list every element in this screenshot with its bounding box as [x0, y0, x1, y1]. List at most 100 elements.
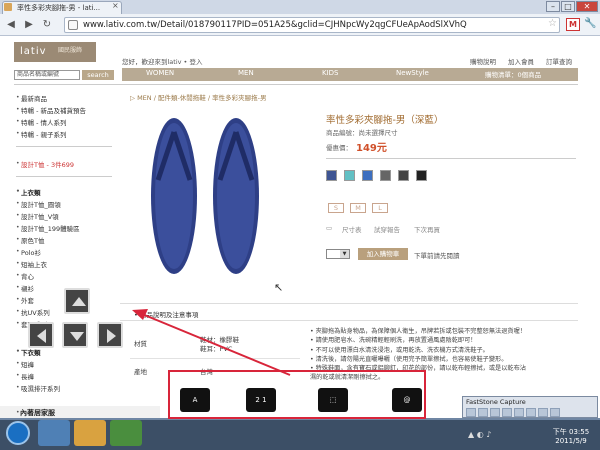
spec-divider: [130, 358, 300, 359]
sidebar-item-shirt[interactable]: 襯衫: [21, 283, 34, 293]
add-to-cart-button[interactable]: 加入購物車: [358, 248, 408, 260]
start-button[interactable]: [6, 421, 30, 445]
sidebar-item-tee-v[interactable]: 設計T恤_V領: [21, 211, 59, 221]
sidebar-item-tee-199[interactable]: 設計T恤_199體驗區: [21, 223, 80, 233]
bullet: •: [16, 236, 20, 243]
care-note: • 不可以使用漂白水清洗浸泡，或用乾洗、洗衣機方式清洗鞋子。: [310, 346, 489, 354]
pad-left-button[interactable]: [28, 322, 54, 348]
logo-subtitle: 國民服飾: [58, 47, 83, 54]
pad-right-button[interactable]: [97, 322, 123, 348]
capture-tool-button[interactable]: [514, 408, 524, 417]
spec-value: 鞋材：橡膠鞋 鞋耳：PVC: [200, 336, 239, 353]
window-capture-icon[interactable]: 2 1: [246, 388, 276, 412]
clock-time: 下午 03:55: [552, 428, 590, 436]
sidebar-section-bottoms: 下衣類: [21, 349, 41, 357]
capture-tool-button[interactable]: [502, 408, 512, 417]
gmail-icon[interactable]: M: [566, 18, 580, 31]
pad-down-button[interactable]: [62, 322, 88, 348]
close-button[interactable]: ✕: [576, 1, 598, 12]
size-chart-link[interactable]: 尺寸表: [342, 224, 362, 234]
color-swatch[interactable]: [362, 170, 373, 181]
sidebar-item-polo[interactable]: Polo衫: [21, 247, 41, 257]
top-link-join[interactable]: 加入會員: [508, 56, 534, 66]
capture-tool-button[interactable]: [466, 408, 476, 417]
top-link-order[interactable]: 訂單查詢: [546, 56, 572, 66]
spec-label: 產地: [134, 368, 147, 376]
search-button[interactable]: search: [82, 70, 114, 80]
address-bar[interactable]: www.lativ.com.tw/Detail/018790117PID=051…: [64, 17, 560, 33]
browser-tab[interactable]: 率性多彩夾腳拖-男 - lati...: [2, 1, 122, 14]
search-input[interactable]: 商品名稱或編號: [14, 70, 80, 80]
breadcrumb[interactable]: ▷ MEN / 配件類-休閒拖鞋 / 率性多彩夾腳拖-男: [130, 92, 266, 102]
sidebar-item-new[interactable]: 最新商品: [21, 93, 47, 103]
region-capture-icon[interactable]: ⬚: [318, 388, 348, 412]
sidebar-item-jacket[interactable]: 外套: [21, 295, 34, 305]
order-notice-link[interactable]: 下單前請先閱讀: [414, 250, 460, 260]
bullet: •: [16, 94, 20, 101]
color-swatch[interactable]: [380, 170, 391, 181]
ie-icon[interactable]: [38, 420, 70, 446]
fitting-report-link[interactable]: 試穿報告: [374, 224, 400, 234]
nav-newstyle[interactable]: NewStyle: [396, 69, 429, 77]
clock-date: 2011/5/9: [555, 437, 587, 445]
capture-tool-button[interactable]: [490, 408, 500, 417]
tab-close-icon[interactable]: ×: [112, 0, 119, 12]
clock[interactable]: 下午 03:55 2011/5/9: [546, 428, 596, 446]
sidebar-section-tops: 上衣類: [21, 189, 41, 197]
bullet: •: [16, 284, 20, 291]
sidebar-promo[interactable]: 設計T恤 - 3件699: [21, 159, 74, 169]
right-sandal-top: [217, 123, 255, 269]
sidebar-item-drifit[interactable]: 吸濕排汗系列: [21, 383, 60, 393]
nav-women[interactable]: WOMEN: [146, 69, 174, 77]
sidebar-item-short-sleeve[interactable]: 短袖上衣: [21, 259, 47, 269]
sidebar-item-family[interactable]: 特輯 - 親子系列: [21, 129, 66, 139]
forward-icon[interactable]: ▶: [22, 18, 36, 32]
color-swatch[interactable]: [344, 170, 355, 181]
sidebar-item-couple[interactable]: 特輯 - 情人系列: [21, 117, 66, 127]
site-logo[interactable]: lativ: [14, 42, 96, 62]
sidebar-item-restock[interactable]: 特輯 - 新品及補貨預告: [21, 105, 86, 115]
sidebar-item-plain-tee[interactable]: 原色T恤: [21, 235, 44, 245]
capture-tool-button[interactable]: [526, 408, 536, 417]
sidebar-section-homewear[interactable]: 內著居家服: [20, 408, 55, 418]
color-swatch[interactable]: [416, 170, 427, 181]
sidebar-item-uv[interactable]: 抗UV系列: [21, 307, 50, 317]
color-swatch[interactable]: [326, 170, 337, 181]
nav-kids[interactable]: KIDS: [322, 69, 339, 77]
pad-up-button[interactable]: [64, 288, 90, 314]
mouse-cursor-icon: ↖: [274, 281, 284, 294]
bullet: •: [16, 130, 20, 137]
bullet: •: [16, 224, 20, 231]
faststone-title: FastStone Capture: [466, 398, 526, 406]
bookmark-star-icon[interactable]: ☆: [548, 18, 557, 29]
sidebar-item-pants[interactable]: 長褲: [21, 371, 34, 381]
reload-icon[interactable]: ↻: [40, 18, 54, 32]
bullet: •: [16, 106, 20, 113]
explorer-icon[interactable]: [74, 420, 106, 446]
bullet: •: [16, 320, 20, 327]
nav-men[interactable]: MEN: [238, 69, 254, 77]
top-link-shopping-guide[interactable]: 購物說明: [470, 56, 496, 66]
media-icon[interactable]: [110, 420, 142, 446]
mail-capture-icon[interactable]: @: [392, 388, 422, 412]
sidebar-item-shorts[interactable]: 短褲: [21, 359, 34, 369]
tab-title: 率性多彩夾腳拖-男 - lati...: [17, 4, 101, 12]
size-option-s[interactable]: S: [328, 203, 344, 213]
annotation-tool-icon[interactable]: A: [180, 388, 210, 412]
sidebar-item-vest[interactable]: 背心: [21, 271, 34, 281]
system-tray[interactable]: ▲ ◐ ♪: [468, 430, 491, 439]
capture-tool-button[interactable]: [478, 408, 488, 417]
section-divider: [120, 320, 578, 321]
color-swatch[interactable]: [398, 170, 409, 181]
back-icon[interactable]: ◀: [4, 18, 18, 32]
size-option-m[interactable]: M: [350, 203, 366, 213]
buy-later-link[interactable]: 下次再買: [414, 224, 440, 234]
capture-tool-button[interactable]: [550, 408, 560, 417]
wrench-icon[interactable]: 🔧: [584, 18, 596, 29]
size-option-l[interactable]: L: [372, 203, 388, 213]
capture-tool-button[interactable]: [538, 408, 548, 417]
cart-status[interactable]: 購物清單：0個商品: [485, 69, 541, 79]
minimize-button[interactable]: –: [546, 1, 560, 12]
maximize-button[interactable]: □: [561, 1, 575, 12]
sidebar-item-tee-round[interactable]: 設計T恤_圓領: [21, 199, 61, 209]
